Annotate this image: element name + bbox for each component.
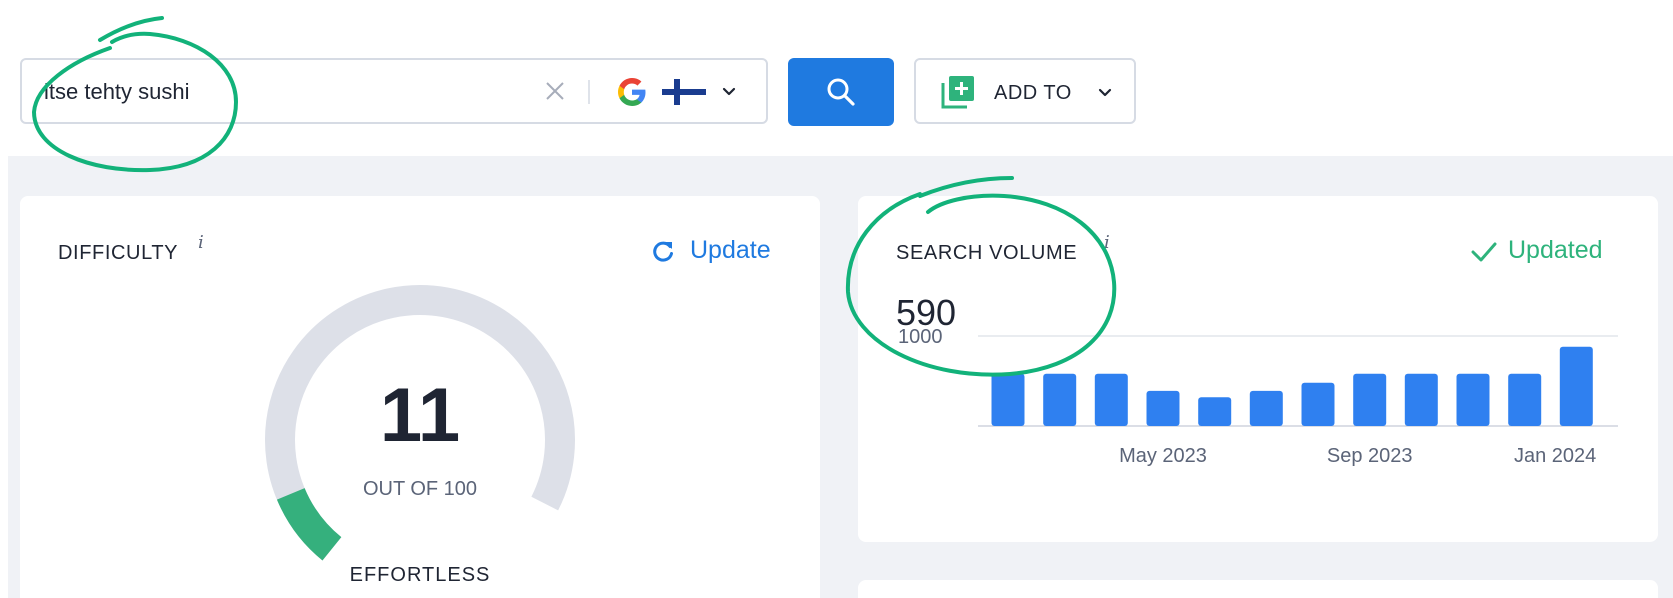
difficulty-gauge: 11 OUT OF 100 bbox=[260, 280, 580, 570]
x-tick-label: Jan 2024 bbox=[1514, 445, 1596, 467]
volume-bar[interactable] bbox=[1508, 373, 1542, 426]
add-to-label: ADD TO bbox=[994, 82, 1072, 104]
search-divider bbox=[588, 80, 590, 104]
volume-bar[interactable] bbox=[1043, 373, 1077, 426]
volume-bar[interactable] bbox=[1456, 373, 1490, 426]
annotation-tail-query bbox=[98, 16, 164, 42]
volume-bar[interactable] bbox=[1559, 346, 1593, 426]
search-button[interactable] bbox=[788, 58, 894, 126]
volume-bar[interactable] bbox=[1146, 390, 1180, 426]
volume-bar[interactable] bbox=[1353, 373, 1387, 426]
keyword-search-box bbox=[20, 58, 768, 124]
info-icon[interactable]: i bbox=[198, 232, 204, 253]
volume-bar[interactable] bbox=[1301, 382, 1335, 426]
refresh-icon bbox=[653, 241, 673, 262]
google-icon bbox=[618, 78, 646, 106]
gauge-fill bbox=[276, 487, 342, 561]
chevron-down-icon bbox=[722, 87, 736, 96]
chevron-down-icon bbox=[1098, 88, 1112, 97]
volume-bar[interactable] bbox=[991, 373, 1025, 426]
x-tick-label: May 2023 bbox=[1119, 445, 1207, 467]
difficulty-title: DIFFICULTY bbox=[58, 242, 179, 264]
search-icon bbox=[827, 78, 855, 106]
keyword-search-input[interactable] bbox=[44, 72, 524, 112]
y-tick-label: 1000 bbox=[898, 326, 943, 348]
volume-bar[interactable] bbox=[1198, 397, 1232, 426]
next-card bbox=[858, 580, 1658, 598]
volume-bar[interactable] bbox=[1404, 373, 1438, 426]
volume-bar[interactable] bbox=[1249, 390, 1283, 426]
difficulty-out-of: OUT OF 100 bbox=[362, 478, 478, 500]
search-engine-region-select[interactable] bbox=[614, 68, 754, 114]
update-label: Update bbox=[690, 236, 771, 264]
finland-flag-icon bbox=[662, 79, 706, 105]
search-volume-card: SEARCH VOLUME i Updated 590 1000 May 2023… bbox=[858, 196, 1658, 542]
keyword-overview-page: ADD TO DIFFICULTY i Update 11 OUT OF 100… bbox=[0, 0, 1673, 598]
difficulty-card: DIFFICULTY i Update 11 OUT OF 100 EFFORT… bbox=[20, 196, 820, 598]
add-to-button[interactable]: ADD TO bbox=[914, 58, 1136, 124]
clear-icon[interactable] bbox=[542, 78, 568, 104]
add-to-list-icon bbox=[941, 76, 974, 109]
search-volume-trend-chart: 1000 May 2023 Sep 2023 Jan 2024 bbox=[898, 326, 1618, 467]
x-tick-label: Sep 2023 bbox=[1327, 445, 1413, 467]
difficulty-score: 11 bbox=[379, 373, 461, 458]
difficulty-level: EFFORTLESS bbox=[349, 564, 491, 586]
volume-bar[interactable] bbox=[1094, 373, 1128, 426]
